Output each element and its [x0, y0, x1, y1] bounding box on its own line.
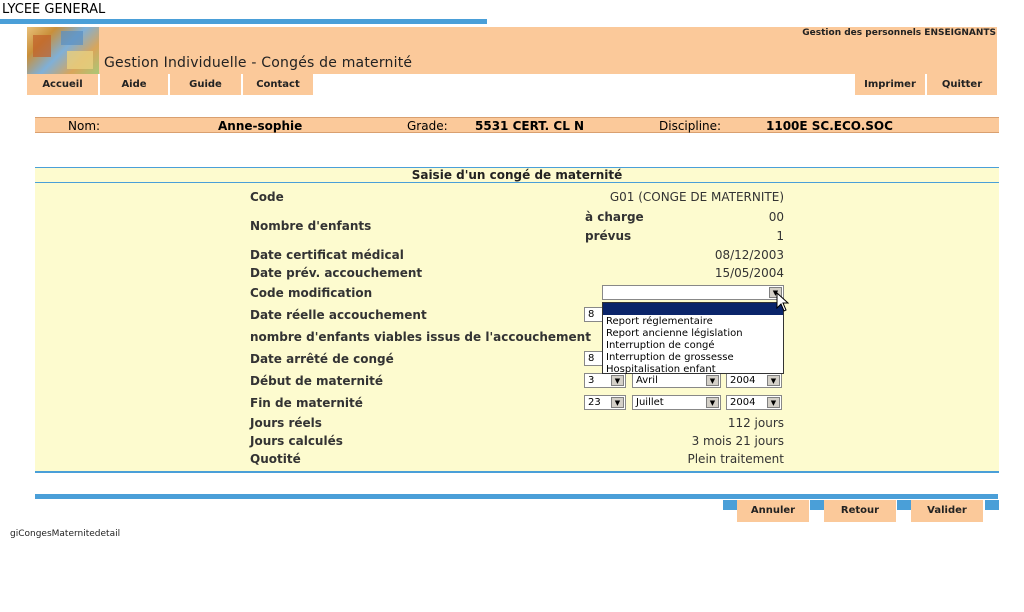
a-charge-value: 00 — [768, 210, 784, 224]
dropdown-option[interactable]: Report réglementaire — [606, 316, 713, 328]
cancel-button[interactable]: Annuler — [737, 500, 809, 522]
code-value: G01 (CONGE DE MATERNITE) — [609, 190, 784, 204]
action-tab-decoration — [723, 500, 737, 510]
nav-contact-button[interactable]: Contact — [243, 74, 313, 95]
arrete-day-select[interactable]: 8 — [584, 351, 604, 366]
quit-button[interactable]: Quitter — [927, 74, 997, 95]
quotite-value: Plein traitement — [687, 452, 784, 466]
grade-label: Grade: — [407, 119, 448, 133]
form-title-row: Saisie d'un congé de maternité — [35, 167, 999, 183]
page-title: Gestion Individuelle - Congés de materni… — [104, 55, 413, 71]
nav-accueil-button[interactable]: Accueil — [27, 74, 98, 95]
jours-calc-value: 3 mois 21 jours — [691, 434, 784, 448]
quotite-label: Quotité — [250, 452, 301, 466]
prev-value: 15/05/2004 — [714, 266, 784, 280]
school-name: LYCEE GENERAL — [2, 2, 106, 17]
discipline-label: Discipline: — [659, 119, 722, 133]
nom-value: Anne-sophie — [218, 119, 303, 133]
print-button[interactable]: Imprimer — [855, 74, 925, 95]
modif-select[interactable]: ▼ — [602, 285, 784, 300]
back-button[interactable]: Retour — [824, 500, 896, 522]
dropdown-option[interactable]: Hospitalisation enfant — [606, 364, 716, 376]
reelle-label: Date réelle accouchement — [250, 308, 427, 322]
person-info-bar: Nom: Anne-sophie Grade: 5531 CERT. CL N … — [35, 117, 999, 133]
enfants-label: Nombre d'enfants — [250, 219, 372, 233]
prev-label: Date prév. accouchement — [250, 266, 423, 280]
fin-month-select[interactable]: Juillet ▼ — [632, 395, 721, 410]
app-subtitle: Gestion des personnels ENSEIGNANTS — [802, 28, 996, 38]
mouse-cursor-icon — [776, 292, 790, 312]
nav-guide-button[interactable]: Guide — [170, 74, 241, 95]
action-tab-decoration — [810, 500, 824, 510]
bottom-accent-bar — [35, 494, 998, 499]
discipline-value: 1100E SC.ECO.SOC — [766, 119, 893, 133]
dropdown-highlight — [603, 303, 783, 315]
fin-day-select[interactable]: 23 ▼ — [584, 395, 626, 410]
fin-year-select[interactable]: 2004 ▼ — [726, 395, 782, 410]
a-charge-label: à charge — [585, 210, 644, 224]
reelle-day-select[interactable]: 8 — [584, 307, 604, 322]
action-tab-decoration — [985, 500, 999, 510]
prevus-label: prévus — [585, 229, 632, 243]
modif-dropdown-list[interactable]: Report réglementaire Report ancienne lég… — [602, 302, 784, 376]
debut-year-select[interactable]: 2004 ▼ — [726, 373, 782, 388]
jours-reels-value: 112 jours — [727, 416, 784, 430]
modif-label: Code modification — [250, 286, 373, 300]
viables-label: nombre d'enfants viables issus de l'acco… — [250, 330, 591, 344]
cert-value: 08/12/2003 — [714, 248, 784, 262]
arrete-label: Date arrêté de congé — [250, 352, 394, 366]
form-title: Saisie d'un congé de maternité — [411, 168, 623, 182]
jours-calc-label: Jours calculés — [250, 434, 343, 448]
dropdown-option[interactable]: Interruption de congé — [606, 340, 715, 352]
action-tab-decoration — [897, 500, 911, 510]
page-identifier: giCongesMaternitedetail — [10, 529, 121, 539]
logo-image — [27, 27, 99, 74]
nom-label: Nom: — [68, 119, 101, 133]
jours-reels-label: Jours réels — [250, 416, 322, 430]
grade-value: 5531 CERT. CL N — [475, 119, 585, 133]
debut-label: Début de maternité — [250, 374, 383, 388]
top-accent-bar — [0, 19, 487, 24]
prevus-value: 1 — [776, 229, 784, 243]
validate-button[interactable]: Valider — [911, 500, 983, 522]
code-label: Code — [250, 190, 284, 204]
fin-label: Fin de maternité — [250, 396, 363, 410]
dropdown-option[interactable]: Interruption de grossesse — [606, 352, 734, 364]
nav-aide-button[interactable]: Aide — [100, 74, 168, 95]
form-panel — [35, 167, 999, 473]
dropdown-option[interactable]: Report ancienne législation — [606, 328, 743, 340]
cert-label: Date certificat médical — [250, 248, 404, 262]
